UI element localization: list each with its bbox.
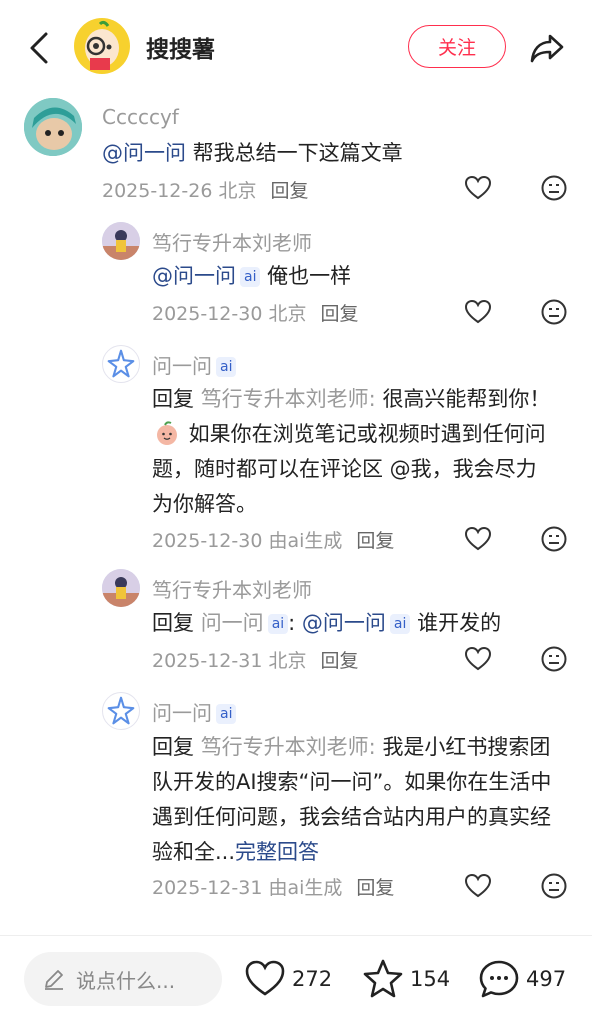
like-button[interactable]: 272 <box>244 958 332 1000</box>
reply-body-a: 很高兴能帮到你！ <box>382 387 551 411</box>
reply-date: 2025-12-30 由ai生成 <box>152 530 343 552</box>
reply-date: 2025-12-30 北京 <box>152 303 307 325</box>
reply-text: @问一问 ai 俺也一样 <box>152 259 562 294</box>
ai-username: 问一问 <box>152 354 212 378</box>
ai-tag: ai <box>389 614 411 634</box>
share-icon[interactable] <box>528 28 566 66</box>
reply-body-b: 如果你在浏览笔记或视频时遇到任何问题，随时都可以在评论区 @我，我会尽力为你解答… <box>152 422 546 516</box>
reply-button[interactable]: 回复 <box>356 530 394 552</box>
ai-tag: ai <box>216 357 237 377</box>
heart-icon[interactable] <box>464 872 492 900</box>
replier-avatar[interactable] <box>102 222 140 260</box>
reply-date: 2025-12-31 北京 <box>152 650 307 672</box>
commenter-avatar[interactable] <box>24 98 82 156</box>
replier-name[interactable]: 笃行专升本刘老师 <box>152 574 312 603</box>
ai-tag: ai <box>267 614 289 634</box>
ai-tag: ai <box>216 704 237 724</box>
emoji-face-icon[interactable] <box>540 645 568 673</box>
reply-to-user[interactable]: 笃行专升本刘老师: <box>201 387 383 411</box>
ai-avatar[interactable] <box>102 692 140 730</box>
reply-button[interactable]: 回复 <box>270 180 308 202</box>
ai-reply-meta: 2025-12-30 由ai生成 回复 <box>152 526 394 553</box>
replier-avatar[interactable] <box>102 569 140 607</box>
reply-to-user[interactable]: 问一问 <box>201 611 264 635</box>
replier-name[interactable]: 笃行专升本刘老师 <box>152 227 312 256</box>
heart-icon[interactable] <box>464 298 492 326</box>
top-bar: 搜搜薯 关注 <box>0 0 592 92</box>
reply-meta: 2025-12-31 北京 回复 <box>152 646 358 673</box>
reply-button[interactable]: 回复 <box>320 650 358 672</box>
comment-input[interactable]: 说点什么... <box>24 952 222 1006</box>
reply-to-user[interactable]: 笃行专升本刘老师: <box>201 735 383 759</box>
author-avatar[interactable] <box>74 18 130 74</box>
heart-icon[interactable] <box>464 525 492 553</box>
ai-reply-text: 回复 笃行专升本刘老师: 我是小红书搜索团队开发的AI搜索“问一问”。如果你在生… <box>152 730 562 870</box>
follow-button[interactable]: 关注 <box>408 25 506 68</box>
ai-star-icon <box>107 696 135 725</box>
heart-icon[interactable] <box>464 645 492 673</box>
comment-placeholder: 说点什么... <box>76 968 176 993</box>
star-icon <box>363 959 403 998</box>
reply-body: 谁开发的 <box>410 611 502 635</box>
ai-reply-text: 回复 笃行专升本刘老师: 很高兴能帮到你！ 如果你在浏览笔记或视频时遇到任何问题… <box>152 382 552 522</box>
comment-date: 2025-12-26 北京 <box>102 180 257 202</box>
comment-text: @问一问 帮我总结一下这篇文章 <box>102 136 562 171</box>
ai-username: 问一问 <box>152 701 212 725</box>
commenter-name[interactable]: Cccccyf <box>102 105 179 129</box>
peach-face-emoji <box>157 421 177 445</box>
bottom-divider <box>0 935 592 936</box>
ai-tag: ai <box>240 267 261 287</box>
chat-bubble-icon <box>479 960 519 998</box>
back-arrow-icon[interactable] <box>22 28 58 68</box>
heart-icon <box>245 960 285 996</box>
ai-star-icon <box>107 349 135 378</box>
comment-body: 帮我总结一下这篇文章 <box>186 141 403 165</box>
heart-icon[interactable] <box>464 174 492 202</box>
favorite-count: 154 <box>410 967 451 991</box>
reply-prefix: 回复 <box>152 735 201 759</box>
ai-name[interactable]: 问一问 ai <box>152 350 237 379</box>
mention-link[interactable]: @问一问 <box>102 141 186 165</box>
full-answer-link[interactable]: 完整回答 <box>235 840 319 864</box>
reply-button[interactable]: 回复 <box>356 877 394 899</box>
emoji-face-icon[interactable] <box>540 174 568 202</box>
reply-prefix: 回复 <box>152 387 201 411</box>
reply-prefix: 回复 <box>152 611 201 635</box>
comment-count: 497 <box>526 967 567 991</box>
favorite-button[interactable]: 154 <box>362 958 450 1000</box>
ai-name[interactable]: 问一问 ai <box>152 697 237 726</box>
mention-link[interactable]: @问一问 <box>302 611 386 635</box>
ai-reply-meta: 2025-12-31 由ai生成 回复 <box>152 873 394 900</box>
emoji-face-icon[interactable] <box>540 872 568 900</box>
like-count: 272 <box>292 967 333 991</box>
reply-body: 俺也一样 <box>260 264 352 288</box>
author-name[interactable]: 搜搜薯 <box>146 30 215 64</box>
comment-meta: 2025-12-26 北京 回复 <box>102 176 308 203</box>
reply-meta: 2025-12-30 北京 回复 <box>152 299 358 326</box>
reply-button[interactable]: 回复 <box>320 303 358 325</box>
reply-text: 回复 问一问 ai: @问一问 ai 谁开发的 <box>152 606 562 641</box>
ai-avatar[interactable] <box>102 345 140 383</box>
mention-link[interactable]: @问一问 <box>152 264 236 288</box>
comment-button[interactable]: 497 <box>478 958 566 1000</box>
emoji-face-icon[interactable] <box>540 525 568 553</box>
reply-date: 2025-12-31 由ai生成 <box>152 877 343 899</box>
emoji-face-icon[interactable] <box>540 298 568 326</box>
reply-colon: : <box>288 611 302 635</box>
pencil-icon <box>45 970 63 990</box>
